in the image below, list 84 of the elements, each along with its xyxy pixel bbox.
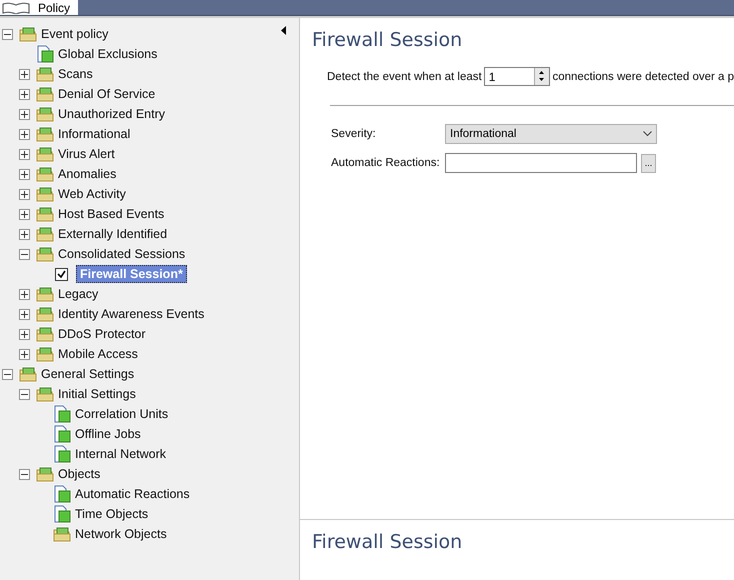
expand-toggle[interactable] [19, 108, 30, 120]
tree-item[interactable]: General Settings [41, 367, 134, 381]
expand-toggle[interactable] [19, 148, 30, 160]
tree-item[interactable]: Firewall Session* [76, 265, 187, 283]
tree-item[interactable]: Global Exclusions [58, 47, 158, 61]
tree-item[interactable]: Objects [58, 467, 100, 481]
folder-icon [19, 26, 37, 42]
panel-title: Firewall Session [311, 28, 464, 53]
tree-item[interactable]: Time Objects [75, 507, 148, 521]
collapse-toggle[interactable] [2, 368, 13, 380]
tree-item[interactable]: Anomalies [58, 167, 116, 181]
document-icon [53, 485, 71, 503]
chevron-down-icon [643, 131, 652, 137]
folder-icon [36, 226, 54, 242]
book-icon [2, 2, 30, 14]
document-icon [53, 425, 71, 443]
severity-label: Severity: [331, 128, 377, 140]
collapse-icon[interactable] [281, 26, 287, 35]
folder-icon [53, 526, 71, 542]
expand-toggle[interactable] [19, 228, 30, 240]
tree-item[interactable]: Correlation Units [75, 407, 168, 421]
tree-item[interactable]: Unauthorized Entry [58, 107, 166, 121]
expand-toggle[interactable] [19, 68, 30, 80]
expand-toggle[interactable] [19, 88, 30, 100]
tree-item[interactable]: Consolidated Sessions [58, 247, 186, 261]
folder-icon [36, 246, 54, 262]
tree-item[interactable]: Identity Awareness Events [58, 307, 204, 321]
expand-toggle[interactable] [19, 308, 30, 320]
collapse-toggle[interactable] [2, 28, 13, 40]
collapse-toggle[interactable] [19, 468, 30, 480]
tree-item[interactable]: Informational [58, 127, 130, 141]
tree-item[interactable]: Mobile Access [58, 347, 138, 361]
tree-item[interactable]: Event policy [41, 27, 108, 41]
checkbox[interactable] [55, 268, 68, 280]
collapse-toggle[interactable] [19, 248, 30, 260]
expand-toggle[interactable] [19, 328, 30, 340]
tree-item[interactable]: Automatic Reactions [75, 487, 190, 501]
folder-icon [36, 206, 54, 222]
policy-tab[interactable]: Policy [0, 0, 78, 15]
expand-toggle[interactable] [19, 188, 30, 200]
tree-item[interactable]: Host Based Events [58, 207, 164, 221]
document-icon [53, 405, 71, 423]
folder-icon [36, 126, 54, 142]
document-icon [53, 445, 71, 463]
folder-icon [36, 186, 54, 202]
folder-icon [36, 326, 54, 342]
folder-icon [36, 286, 54, 302]
folder-icon [19, 366, 37, 382]
folder-icon [36, 386, 54, 402]
folder-icon [36, 66, 54, 82]
folder-icon [36, 86, 54, 102]
detect-label: Detect the event when at least [327, 70, 482, 82]
count-spinner[interactable]: 1 [484, 67, 550, 86]
expand-toggle[interactable] [19, 288, 30, 300]
reactions-label: Automatic Reactions: [331, 157, 441, 169]
tree-item[interactable]: Denial Of Service [58, 87, 156, 101]
folder-icon [36, 306, 54, 322]
browse-button[interactable]: ... [641, 154, 656, 172]
tree-item[interactable]: Web Activity [58, 187, 126, 201]
tree-item[interactable]: Externally Identified [58, 227, 168, 241]
expand-toggle[interactable] [19, 348, 30, 360]
tree-item[interactable]: Offline Jobs [75, 427, 141, 441]
collapse-toggle[interactable] [19, 388, 30, 400]
folder-icon [36, 166, 54, 182]
folder-icon [36, 106, 54, 122]
expand-toggle[interactable] [19, 128, 30, 140]
document-icon [53, 505, 71, 523]
folder-icon [36, 346, 54, 362]
section-title: Firewall Session [311, 530, 464, 555]
folder-icon [36, 146, 54, 162]
expand-toggle[interactable] [19, 208, 30, 220]
expand-toggle[interactable] [19, 168, 30, 180]
document-icon [36, 45, 54, 63]
tree-item[interactable]: Internal Network [75, 447, 166, 461]
tree-item[interactable]: Network Objects [75, 527, 167, 541]
severity-dropdown[interactable]: Informational [445, 124, 657, 144]
folder-icon [36, 466, 54, 482]
reactions-field[interactable] [445, 153, 637, 173]
tree-item[interactable]: Legacy [58, 287, 98, 301]
tree-item[interactable]: Scans [58, 67, 93, 81]
tree-item[interactable]: Virus Alert [58, 147, 115, 161]
tree-item[interactable]: Initial Settings [58, 387, 136, 401]
detect-suffix: connections were detected over a p [552, 70, 734, 82]
tree-item[interactable]: DDoS Protector [58, 327, 146, 341]
